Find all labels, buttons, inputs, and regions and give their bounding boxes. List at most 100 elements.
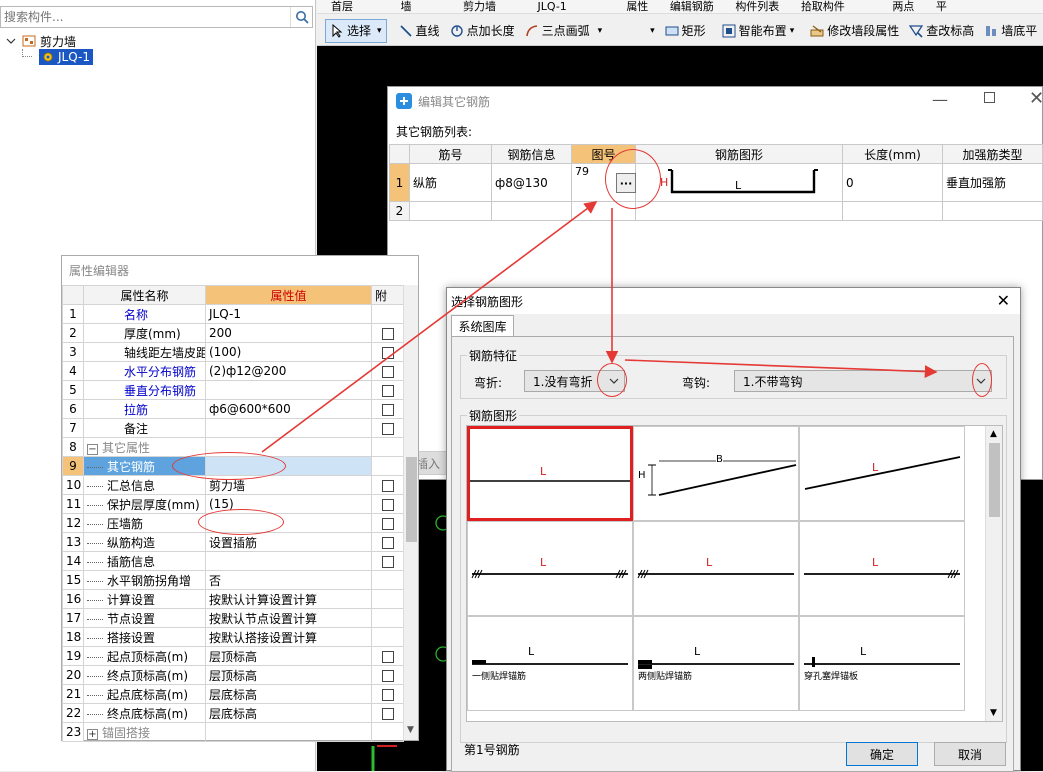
property-value-cell[interactable]: 层顶标高 [205, 665, 372, 685]
property-row[interactable]: 4 水平分布钢筋 (2)ф12@200 [62, 361, 404, 381]
smart-layout-button[interactable]: 智能布置 ▾ [718, 19, 799, 43]
shape-cell[interactable]: L [633, 521, 799, 616]
property-value-cell[interactable]: (2)ф12@200 [205, 361, 372, 381]
property-row[interactable]: 23 + 锚固搭接 [62, 722, 404, 742]
pick-component-button[interactable]: 拾取构件 [801, 1, 845, 13]
tree-node-shear-wall[interactable]: 剪力墙 [6, 33, 76, 49]
scrollbar-thumb[interactable] [989, 443, 1000, 517]
dropdown-icon[interactable]: ▾ [377, 26, 382, 36]
checkbox[interactable] [381, 669, 394, 682]
property-row[interactable]: 1 名称 JLQ-1 [62, 304, 404, 324]
component-select[interactable]: JLQ-1 [538, 1, 567, 13]
select-button[interactable]: 选择 ▾ [325, 18, 387, 43]
shape-cell[interactable]: HB [633, 426, 799, 521]
property-row[interactable]: 15 水平钢筋拐角增否 [62, 570, 404, 590]
shape-cell[interactable]: L [467, 521, 633, 616]
checkbox[interactable] [381, 365, 394, 378]
shape-cell[interactable]: L [799, 426, 965, 521]
property-value-cell[interactable] [205, 418, 372, 438]
checkbox[interactable] [381, 403, 394, 416]
property-value-cell[interactable]: ф6@600*600 [205, 399, 372, 419]
scroll-down-icon[interactable]: ▼ [407, 725, 414, 735]
property-value-cell[interactable]: 层底标高 [205, 703, 372, 723]
property-value-cell[interactable]: 层底标高 [205, 684, 372, 704]
table-row[interactable]: 2 [389, 201, 1043, 221]
scroll-up-icon[interactable]: ▲ [990, 429, 997, 439]
rebar-info-cell[interactable]: ф8@130 [491, 163, 572, 202]
reinforce-type-cell[interactable] [942, 201, 1043, 221]
checkbox[interactable] [381, 536, 394, 549]
cancel-button[interactable]: 取消 [934, 742, 1006, 766]
checkbox[interactable] [381, 479, 394, 492]
tree-item-jlq1[interactable]: JLQ-1 [39, 49, 93, 65]
flat-button[interactable]: 平 [936, 1, 947, 13]
checkbox[interactable] [381, 422, 394, 435]
ok-button[interactable]: 确定 [846, 742, 918, 766]
property-row[interactable]: 13 纵筋构造 设置插筋 [62, 532, 404, 552]
category-select[interactable]: 墙 [401, 1, 412, 13]
property-value-cell[interactable]: (100) [205, 342, 372, 362]
dropdown-icon[interactable]: ▾ [646, 19, 659, 43]
checkbox[interactable] [381, 384, 394, 397]
close-icon[interactable]: ✕ [1029, 88, 1043, 109]
collapse-icon[interactable]: − [87, 443, 98, 455]
type-select[interactable]: 剪力墙 [463, 1, 496, 13]
modify-wall-segment-button[interactable]: 修改墙段属性 [806, 19, 903, 43]
gallery-scrollbar[interactable]: ▲ ▼ [985, 426, 1002, 721]
property-value-cell[interactable]: 按默认计算设置计算 [205, 589, 372, 609]
maximize-icon[interactable] [984, 92, 995, 103]
table-row[interactable]: 1 纵筋 ф8@130 79 ··· H L 0 垂直加强筋 [389, 163, 1043, 202]
checkbox[interactable] [381, 555, 394, 568]
shape-cell[interactable]: L 两侧贴焊锚筋 [633, 616, 799, 711]
property-button[interactable]: 属性 [626, 1, 648, 13]
checkbox[interactable] [381, 346, 394, 359]
checkbox[interactable] [381, 688, 394, 701]
checkbox[interactable] [381, 707, 394, 720]
minimize-icon[interactable]: — [932, 90, 948, 109]
property-value-cell[interactable]: 层顶标高 [205, 646, 372, 666]
property-row[interactable]: 5 垂直分布钢筋 [62, 380, 404, 400]
property-value-cell[interactable]: 按默认搭接设置计算 [205, 627, 372, 647]
property-value-cell[interactable] [205, 380, 372, 400]
property-row[interactable]: 21 起点底标高(m) 层底标高 [62, 684, 404, 704]
property-value-cell[interactable] [205, 722, 372, 742]
property-row[interactable]: 22 终点底标高(m) 层底标高 [62, 703, 404, 723]
rect-button[interactable]: 矩形 [661, 19, 710, 43]
property-row[interactable]: 17 节点设置 按默认节点设置计算 [62, 608, 404, 628]
reinforce-type-cell[interactable]: 垂直加强筋 [942, 163, 1043, 202]
wall-bottom-button[interactable]: 墙底平 [980, 19, 1041, 43]
shape-cell[interactable]: L [799, 521, 965, 616]
property-value-cell[interactable]: 否 [205, 570, 372, 590]
property-row[interactable]: 3 轴线距左墙皮距离(100) [62, 342, 404, 362]
property-value-cell[interactable]: 按默认节点设置计算 [205, 608, 372, 628]
property-row[interactable]: 7 备注 [62, 418, 404, 438]
scroll-down-icon[interactable]: ▼ [990, 708, 997, 718]
search-icon[interactable] [290, 7, 312, 27]
dropdown-icon[interactable]: ▾ [790, 26, 795, 36]
two-point-button[interactable]: 两点 [892, 1, 914, 13]
dropdown-icon[interactable]: ▾ [598, 26, 603, 36]
property-value-cell[interactable]: 设置插筋 [205, 532, 372, 552]
collapse-icon[interactable] [6, 36, 16, 46]
property-value-cell[interactable] [205, 551, 372, 571]
property-value-cell[interactable]: 200 [205, 323, 372, 343]
shape-cell[interactable]: L 穿孔塞焊锚板 [799, 616, 965, 711]
hook-select[interactable]: 1.不带弯钩 [734, 370, 992, 392]
property-row[interactable]: 18 搭接设置 按默认搭接设置计算 [62, 627, 404, 647]
scrollbar[interactable]: ▼ [403, 285, 418, 740]
checkbox[interactable] [381, 517, 394, 530]
rebar-name-cell[interactable]: 纵筋 [409, 163, 492, 202]
shape-cell[interactable]: L 一侧贴焊锚筋 [467, 616, 633, 711]
property-row[interactable]: 14 插筋信息 [62, 551, 404, 571]
checkbox[interactable] [381, 650, 394, 663]
floor-select[interactable]: 首层 [331, 1, 353, 13]
property-value-cell[interactable]: JLQ-1 [205, 304, 372, 324]
expand-icon[interactable]: + [87, 728, 98, 740]
component-list-button[interactable]: 构件列表 [735, 1, 779, 13]
length-cell[interactable]: 0 [842, 163, 943, 202]
property-row[interactable]: 2 厚度(mm) 200 [62, 323, 404, 343]
line-button[interactable]: 直线 [395, 19, 444, 43]
property-row[interactable]: 16 计算设置 按默认计算设置计算 [62, 589, 404, 609]
scrollbar-thumb[interactable] [406, 457, 417, 542]
edit-rebar-button[interactable]: 编辑钢筋 [670, 1, 714, 13]
